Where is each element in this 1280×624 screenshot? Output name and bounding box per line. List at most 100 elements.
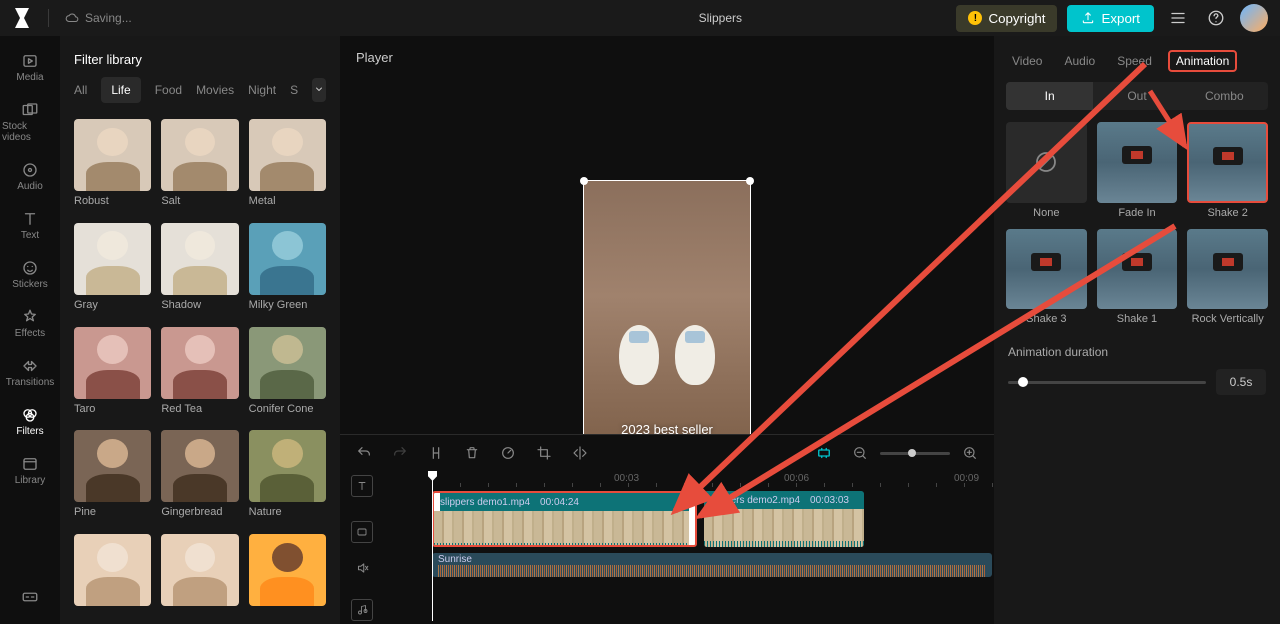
music-track-button[interactable] bbox=[351, 599, 373, 621]
left-nav: Media Stock videos Audio Text Stickers E… bbox=[0, 36, 60, 624]
chevron-down-icon bbox=[313, 83, 325, 95]
anim-none[interactable]: None bbox=[1006, 122, 1087, 219]
speed-icon bbox=[500, 445, 516, 461]
filter-tab-food[interactable]: Food bbox=[155, 77, 182, 103]
filter-item[interactable] bbox=[74, 534, 151, 618]
anim-shake-1[interactable]: Shake 1 bbox=[1097, 229, 1178, 326]
zoom-in-button[interactable] bbox=[960, 443, 980, 463]
redo-icon bbox=[392, 445, 408, 461]
filter-item[interactable] bbox=[161, 534, 238, 618]
resize-handle-tl[interactable] bbox=[580, 177, 588, 185]
duration-slider[interactable] bbox=[1008, 381, 1206, 384]
filter-item[interactable]: Nature bbox=[249, 430, 326, 526]
music-icon bbox=[356, 604, 368, 616]
nav-library[interactable]: Library bbox=[2, 447, 58, 494]
filter-label: Pine bbox=[74, 506, 151, 518]
filter-item[interactable]: Salt bbox=[161, 119, 238, 215]
filter-item[interactable] bbox=[249, 534, 326, 618]
split-button[interactable] bbox=[426, 443, 446, 463]
filter-item[interactable]: Gingerbread bbox=[161, 430, 238, 526]
delete-button[interactable] bbox=[462, 443, 482, 463]
filter-tab-movies[interactable]: Movies bbox=[196, 77, 234, 103]
playhead[interactable] bbox=[432, 471, 433, 621]
timeline-ruler[interactable]: 00:0300:0600:0900:12 bbox=[384, 471, 994, 489]
user-avatar[interactable] bbox=[1240, 4, 1268, 32]
nav-audio[interactable]: Audio bbox=[2, 153, 58, 200]
filter-grid[interactable]: RobustSaltMetal Gray ShadowMilky Green Taro… bbox=[60, 113, 340, 624]
nav-filters[interactable]: Filters bbox=[2, 398, 58, 445]
filter-item[interactable]: Conifer Cone bbox=[249, 327, 326, 423]
redo-button[interactable] bbox=[390, 443, 410, 463]
filter-label: Taro bbox=[74, 403, 151, 415]
video-frame[interactable]: 2023 best seller bbox=[583, 180, 751, 470]
filter-item[interactable]: Shadow bbox=[161, 223, 238, 319]
split-icon bbox=[428, 445, 444, 461]
filter-tab-life[interactable]: Life bbox=[101, 77, 140, 103]
music-clip[interactable]: Sunrise bbox=[432, 553, 992, 577]
nav-text[interactable]: Text bbox=[2, 202, 58, 249]
filter-tabs-more-button[interactable] bbox=[312, 78, 326, 102]
text-icon bbox=[356, 480, 368, 492]
help-button[interactable] bbox=[1202, 4, 1230, 32]
anim-shake-3[interactable]: Shake 3 bbox=[1006, 229, 1087, 326]
filter-category-tabs: All Life Food Movies Night Sc bbox=[60, 77, 340, 113]
video-track-button[interactable] bbox=[351, 521, 373, 543]
transitions-icon bbox=[21, 357, 39, 375]
clip-2[interactable]: slippers demo2.mp400:03:03 bbox=[704, 491, 864, 547]
filter-label: Gray bbox=[74, 299, 151, 311]
clip-duration: 00:03:03 bbox=[810, 495, 849, 506]
text-track-button[interactable] bbox=[351, 475, 373, 497]
tab-video[interactable]: Video bbox=[1006, 50, 1048, 72]
timeline-tracks[interactable]: 00:0300:0600:0900:12 slippers demo1.mp40… bbox=[384, 471, 994, 621]
subtab-out[interactable]: Out bbox=[1093, 82, 1180, 110]
auto-button[interactable] bbox=[814, 443, 834, 463]
duration-value[interactable]: 0.5s bbox=[1216, 369, 1266, 395]
nav-captions[interactable] bbox=[2, 580, 58, 614]
properties-panel: Video Audio Speed Animation In Out Combo… bbox=[994, 36, 1280, 624]
filter-item[interactable]: Pine bbox=[74, 430, 151, 526]
zoom-slider[interactable] bbox=[880, 452, 950, 455]
anim-shake-2[interactable]: Shake 2 bbox=[1187, 122, 1268, 219]
anim-rock-vertically[interactable]: Rock Vertically bbox=[1187, 229, 1268, 326]
zoom-out-button[interactable] bbox=[850, 443, 870, 463]
filter-item[interactable]: Robust bbox=[74, 119, 151, 215]
undo-button[interactable] bbox=[354, 443, 374, 463]
clip-right-handle[interactable] bbox=[689, 493, 697, 545]
stock-icon bbox=[21, 101, 39, 119]
media-icon bbox=[21, 52, 39, 70]
nav-effects[interactable]: Effects bbox=[2, 300, 58, 347]
tab-animation[interactable]: Animation bbox=[1168, 50, 1237, 72]
saving-label: Saving... bbox=[85, 11, 132, 25]
filter-item[interactable]: Red Tea bbox=[161, 327, 238, 423]
filter-tab-sc[interactable]: Sc bbox=[290, 77, 298, 103]
topbar: Saving... Slippers ! Copyright Export bbox=[0, 0, 1280, 36]
copyright-button[interactable]: ! Copyright bbox=[956, 5, 1057, 32]
nav-media[interactable]: Media bbox=[2, 44, 58, 91]
track-type-icons bbox=[340, 471, 384, 621]
audio-icon bbox=[21, 161, 39, 179]
filter-item[interactable]: Metal bbox=[249, 119, 326, 215]
filter-item[interactable]: Taro bbox=[74, 327, 151, 423]
filter-item[interactable]: Gray bbox=[74, 223, 151, 319]
nav-stock-videos[interactable]: Stock videos bbox=[2, 93, 58, 151]
tab-audio[interactable]: Audio bbox=[1058, 50, 1101, 72]
crop-button[interactable] bbox=[534, 443, 554, 463]
filter-tab-all[interactable]: All bbox=[74, 77, 87, 103]
filter-tab-night[interactable]: Night bbox=[248, 77, 276, 103]
speed-button[interactable] bbox=[498, 443, 518, 463]
subtab-in[interactable]: In bbox=[1006, 82, 1093, 110]
export-button[interactable]: Export bbox=[1067, 5, 1154, 32]
player-title: Player bbox=[340, 36, 994, 65]
menu-button[interactable] bbox=[1164, 4, 1192, 32]
mute-track-button[interactable] bbox=[351, 557, 373, 579]
mirror-button[interactable] bbox=[570, 443, 590, 463]
filter-item[interactable]: Milky Green bbox=[249, 223, 326, 319]
resize-handle-tr[interactable] bbox=[746, 177, 754, 185]
nav-transitions[interactable]: Transitions bbox=[2, 349, 58, 396]
effects-icon bbox=[21, 308, 39, 326]
subtab-combo[interactable]: Combo bbox=[1181, 82, 1268, 110]
clip-1[interactable]: slippers demo1.mp400:04:24 bbox=[432, 491, 697, 547]
tab-speed[interactable]: Speed bbox=[1111, 50, 1158, 72]
nav-stickers[interactable]: Stickers bbox=[2, 251, 58, 298]
anim-fade-in[interactable]: Fade In bbox=[1097, 122, 1178, 219]
